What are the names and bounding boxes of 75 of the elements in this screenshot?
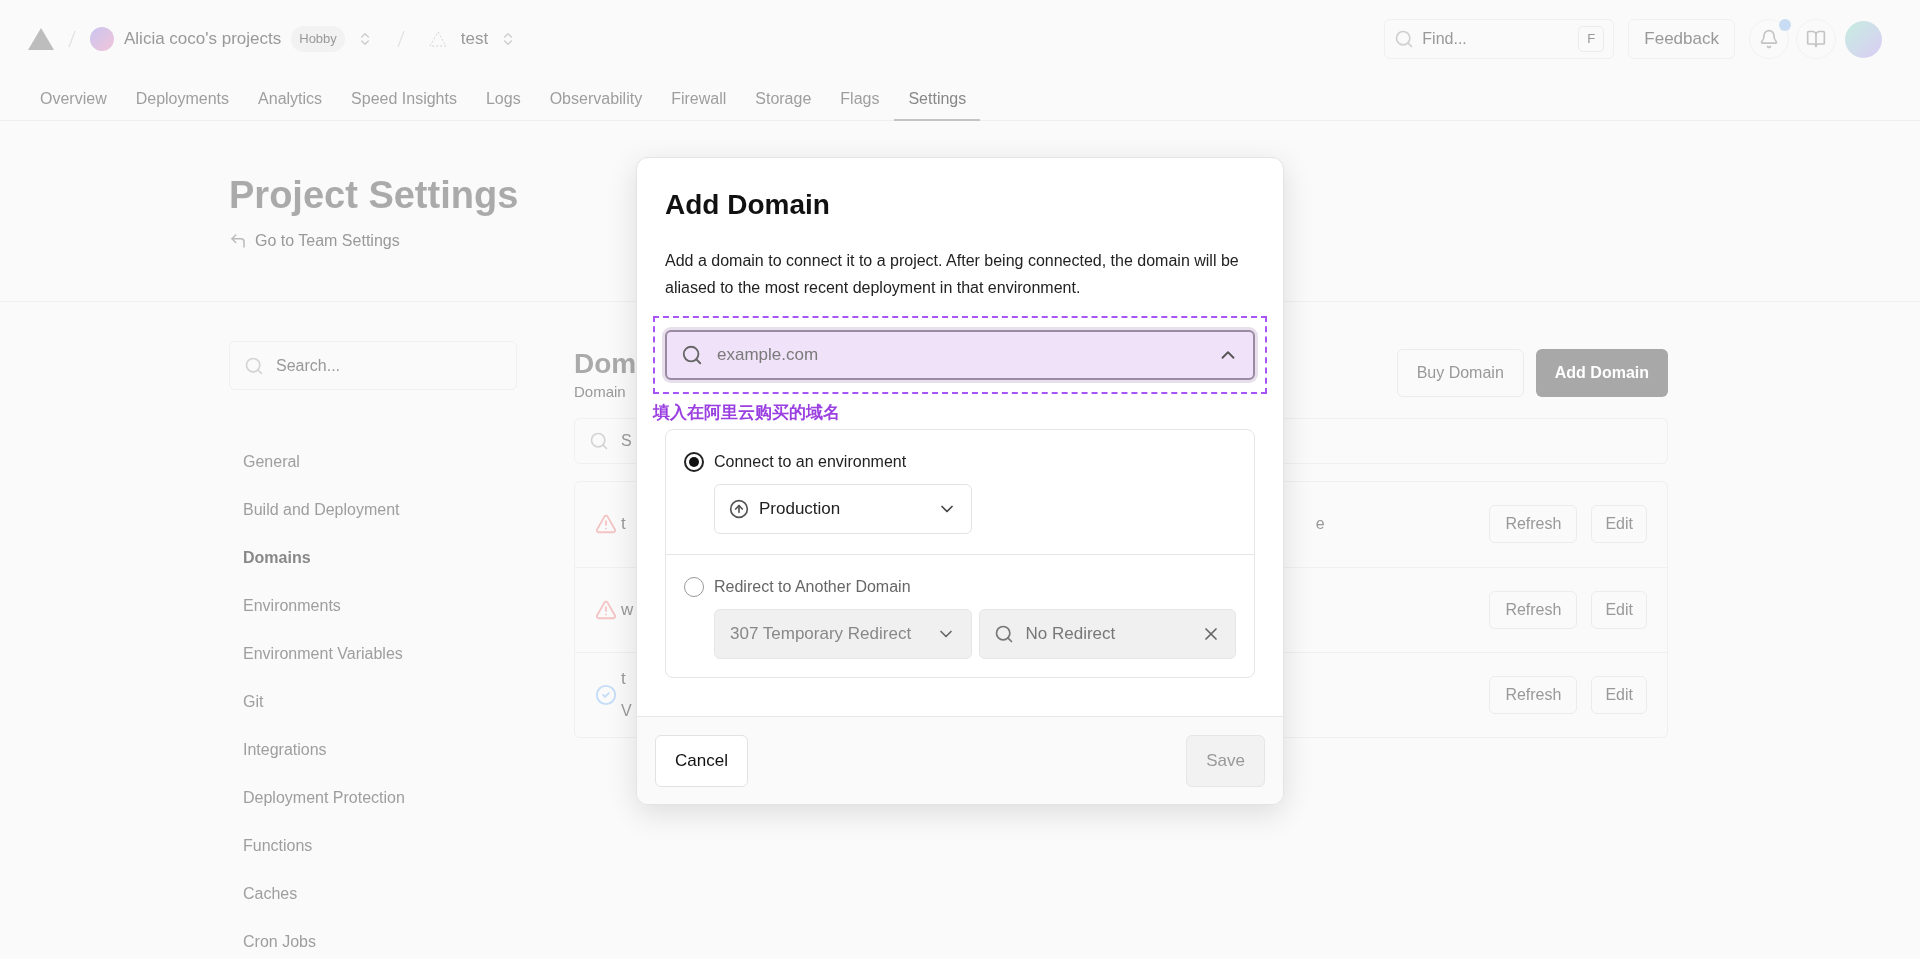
return-arrow-icon: [229, 232, 247, 250]
repo-name[interactable]: test: [460, 26, 489, 52]
find-field[interactable]: Find... F: [1384, 19, 1615, 59]
section-heading: Dom: [574, 347, 637, 381]
domain-name: t: [621, 667, 626, 690]
nav-tab[interactable]: Logs: [471, 78, 535, 121]
edit-button[interactable]: Edit: [1591, 505, 1647, 543]
nav-tab[interactable]: Settings: [894, 78, 981, 121]
search-icon: [244, 355, 264, 376]
project-avatar: [90, 27, 114, 51]
user-avatar[interactable]: [1845, 20, 1882, 58]
arrow-up-circle-icon: [729, 499, 749, 519]
edit-button[interactable]: Edit: [1591, 675, 1647, 714]
edit-button[interactable]: Edit: [1591, 590, 1647, 629]
sidebar-item[interactable]: Functions: [229, 822, 313, 870]
feedback-button[interactable]: Feedback: [1628, 19, 1735, 59]
sidebar-item[interactable]: Environment Variables: [229, 630, 403, 678]
slash-icon: [396, 30, 405, 48]
warning-icon: [595, 513, 617, 535]
domain-input-field[interactable]: example.com: [665, 330, 1255, 380]
domain-detail: V: [621, 701, 632, 722]
sidebar-item[interactable]: Environments: [229, 582, 341, 630]
nav-tab[interactable]: Storage: [741, 78, 826, 121]
sidebar-item[interactable]: Caches: [229, 870, 298, 918]
bell-icon: [1759, 29, 1779, 49]
sidebar-item[interactable]: Integrations: [229, 726, 327, 774]
dialog-description: Add a domain to connect it to a project. After being connected, the domain will be aliased to the most recent deployment in that environment.: [665, 251, 1240, 298]
dialog-title: Add Domain: [665, 188, 831, 222]
section-subtitle: Domain: [574, 382, 627, 402]
nav-tab[interactable]: Speed Insights: [337, 78, 471, 121]
nav-tab[interactable]: Firewall: [657, 78, 741, 121]
sidebar-item[interactable]: General: [229, 438, 300, 486]
sidebar-item[interactable]: Domains: [229, 534, 311, 582]
nav-tab[interactable]: Overview: [26, 78, 121, 121]
refresh-button[interactable]: Refresh: [1489, 590, 1578, 629]
cancel-button[interactable]: Cancel: [655, 734, 748, 787]
team-settings-link[interactable]: Go to Team Settings: [255, 229, 400, 253]
search-icon: [589, 430, 609, 451]
warning-icon: [595, 598, 617, 621]
sidebar-item[interactable]: Git: [229, 678, 264, 726]
book-icon: [1806, 29, 1826, 49]
sidebar-item[interactable]: Cron Jobs: [229, 918, 316, 959]
triangle-logo[interactable]: [28, 28, 54, 50]
plan-badge: Hobby: [291, 26, 345, 52]
domain-name: t: [621, 513, 626, 536]
dashed-triangle-icon: [428, 31, 447, 47]
domain-name: w: [621, 598, 634, 621]
radio-button[interactable]: [684, 577, 704, 597]
page-title: Project Settings: [229, 173, 519, 217]
option-label: Connect to an environment: [714, 452, 907, 472]
search-icon: [1394, 29, 1415, 49]
option-label: Redirect to Another Domain: [714, 577, 911, 597]
radio-button[interactable]: [684, 452, 704, 472]
add-domain-button[interactable]: Add Domain: [1535, 349, 1668, 397]
nav-tab[interactable]: Flags: [826, 78, 894, 121]
sidebar-item[interactable]: Deployment Protection: [229, 774, 405, 822]
search-icon: [993, 624, 1014, 644]
nav-tab[interactable]: Observability: [535, 78, 657, 121]
domain-info: e: [1315, 514, 1325, 534]
check-circle-icon: [595, 683, 617, 706]
project-name[interactable]: Alicia coco's projects: [124, 26, 282, 52]
refresh-button[interactable]: Refresh: [1489, 505, 1578, 543]
buy-domain-button[interactable]: Buy Domain: [1396, 349, 1524, 397]
slash-icon: [68, 30, 76, 48]
nav-tab[interactable]: Analytics: [244, 78, 337, 121]
sidebar-search-field[interactable]: Search...: [229, 341, 517, 390]
environment-select[interactable]: Production: [714, 484, 972, 534]
sidebar-item[interactable]: Build and Deployment: [229, 486, 400, 534]
search-icon: [681, 344, 703, 366]
nav-tab[interactable]: Deployments: [121, 78, 244, 121]
annotation-text: 填入在阿里云购买的域名: [653, 402, 841, 424]
redirect-target-field[interactable]: No Redirect: [978, 609, 1236, 659]
refresh-button[interactable]: Refresh: [1489, 675, 1578, 714]
shortcut-key: F: [1578, 26, 1605, 52]
status-code-select[interactable]: 307 Temporary Redirect: [714, 609, 972, 659]
